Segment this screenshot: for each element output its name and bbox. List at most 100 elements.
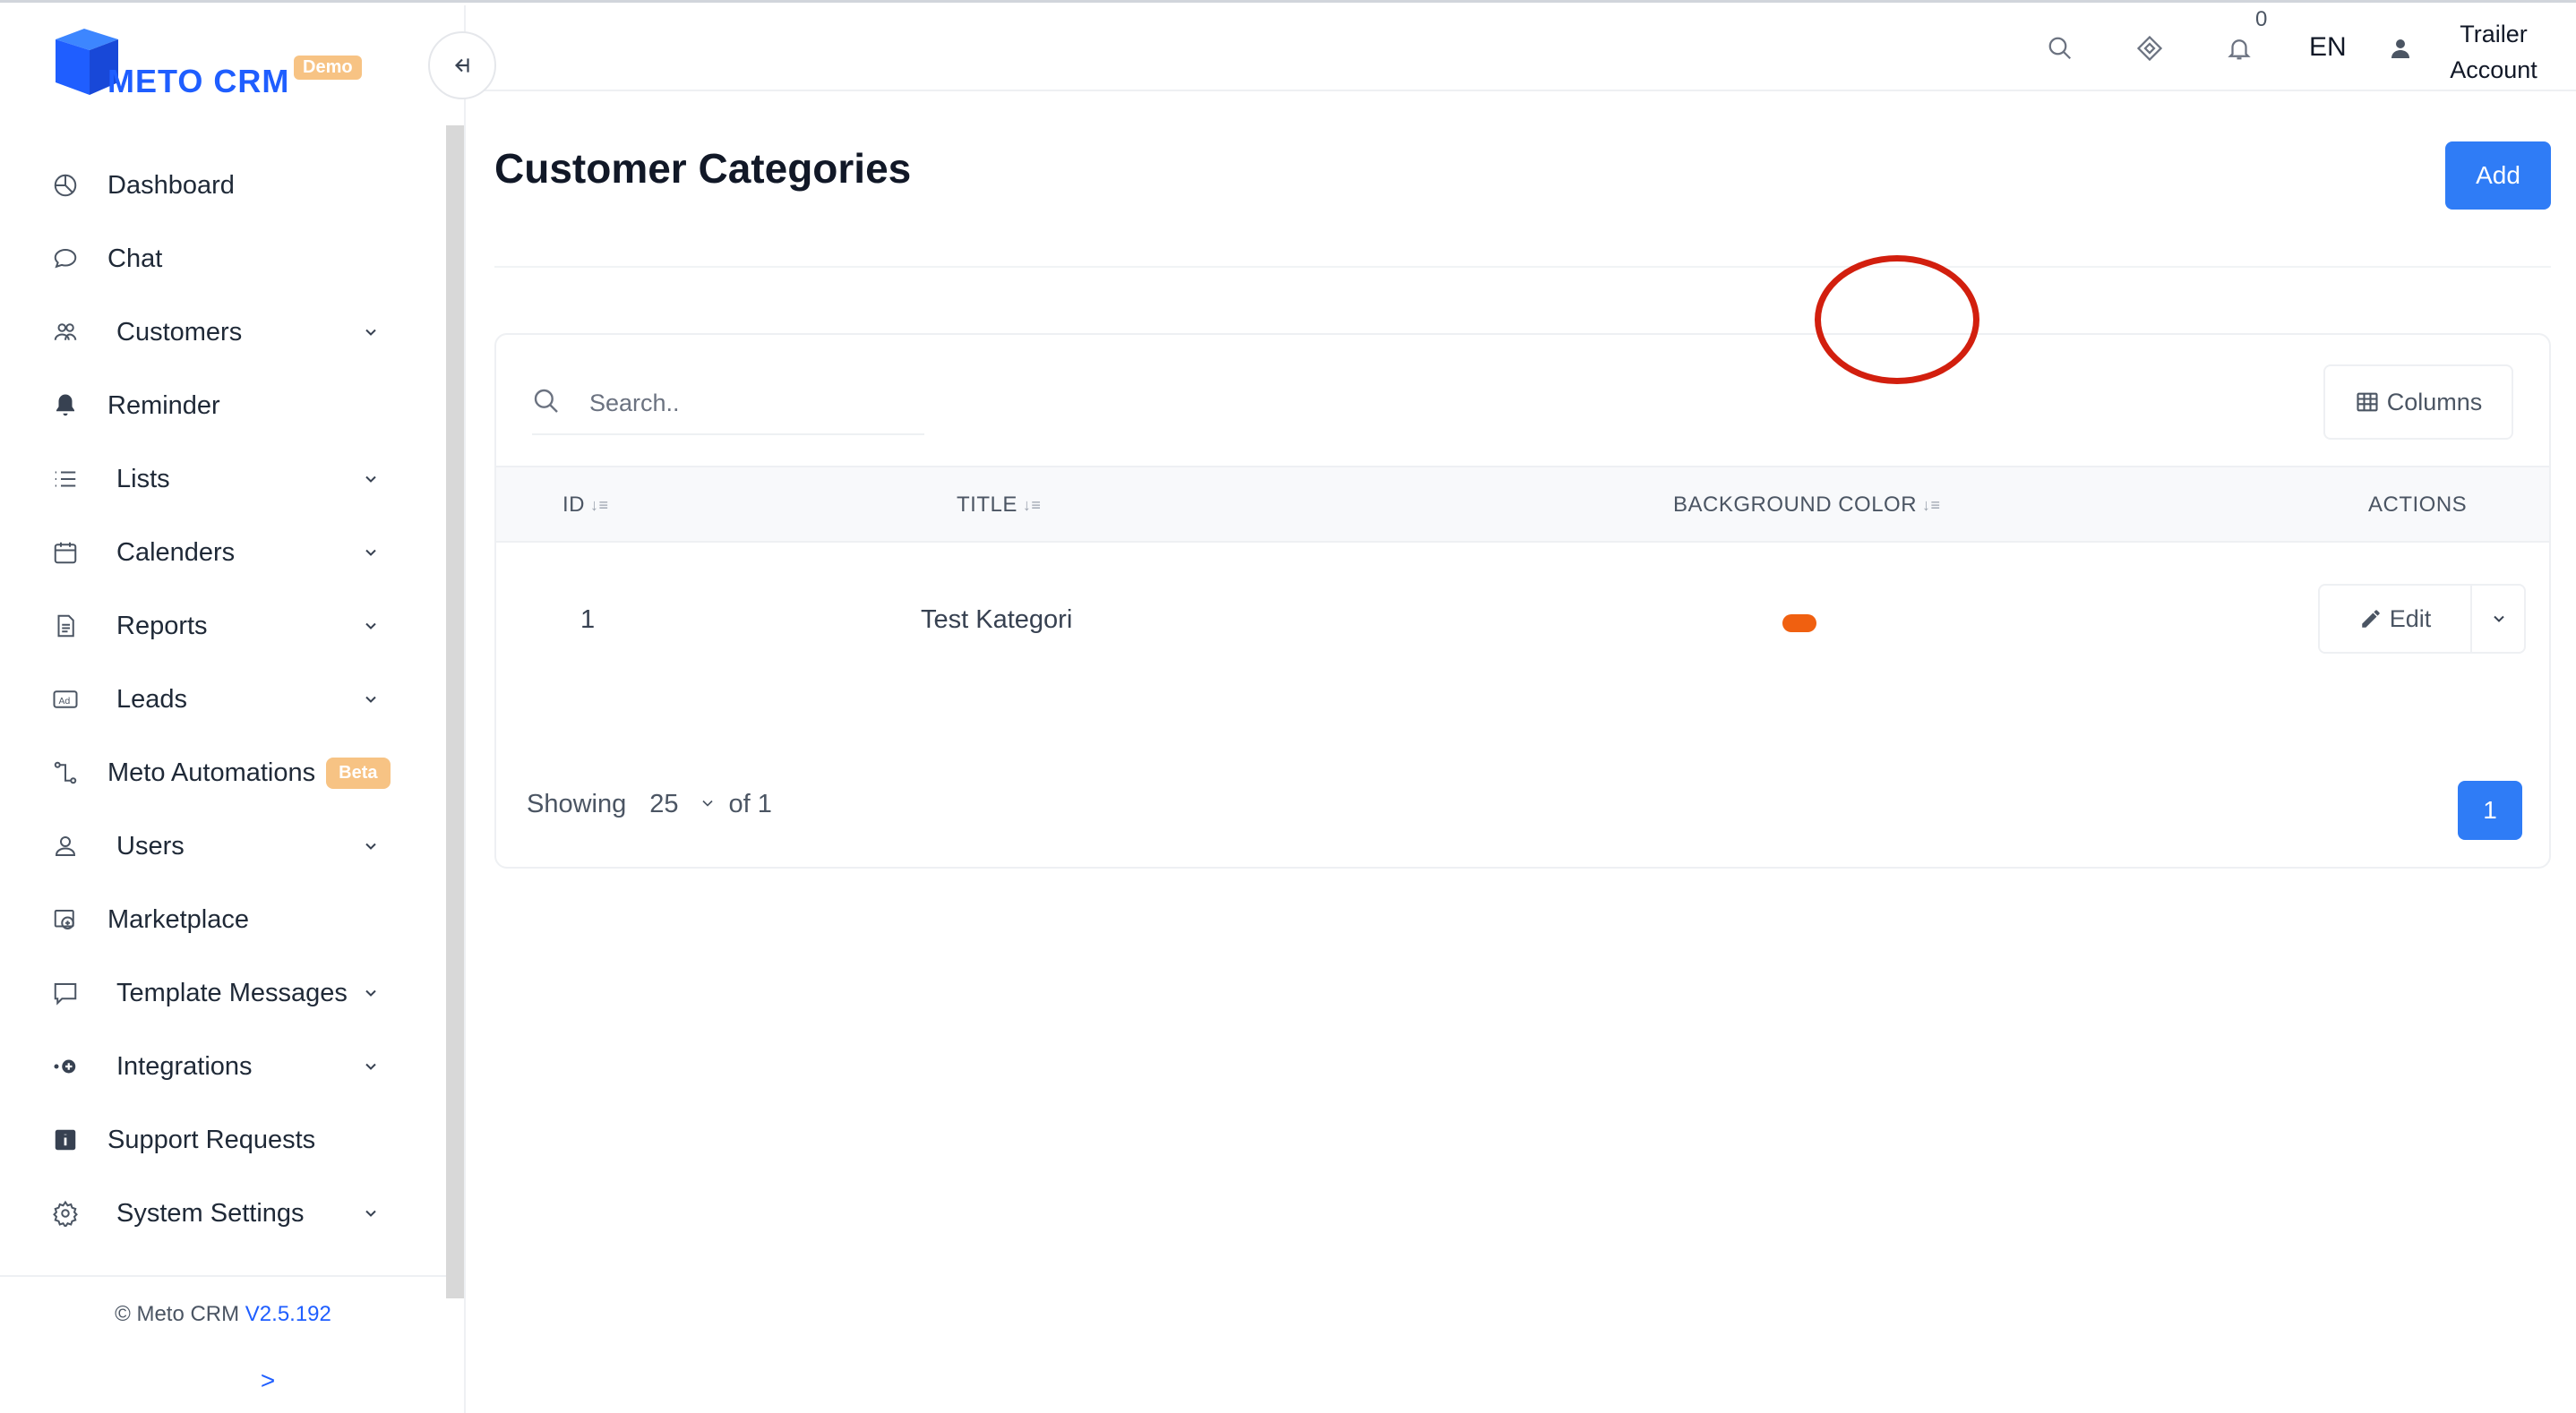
showing-label: Showing — [527, 790, 627, 818]
account-menu[interactable]: Trailer Account — [2422, 16, 2565, 88]
version-info: © Meto CRM V2.5.192 — [0, 1302, 446, 1327]
chevron-down-icon — [358, 834, 383, 859]
columns-button[interactable]: Columns — [2323, 364, 2513, 440]
page-size-select[interactable]: 25 — [649, 790, 728, 819]
pencil-icon — [2359, 607, 2383, 630]
apps-diamond-icon[interactable] — [2134, 32, 2166, 64]
page-button-1[interactable]: 1 — [2458, 781, 2522, 840]
sidebar: METO CRM Demo Dashboard Chat Customers R… — [0, 5, 466, 1413]
sidebar-item-label: System Settings — [116, 1198, 305, 1228]
chevron-down-icon — [358, 1054, 383, 1079]
search-icon[interactable] — [2044, 32, 2076, 64]
account-icon — [2390, 38, 2415, 63]
header-actions: ACTIONS — [2368, 492, 2467, 518]
sidebar-scrollbar[interactable] — [446, 125, 464, 1298]
report-icon — [50, 611, 81, 641]
sidebar-item-customers[interactable]: Customers — [0, 295, 421, 369]
table-card: Columns ID↓≡ TITLE↓≡ BACKGROUND COLOR↓≡ … — [494, 333, 2551, 869]
chevron-down-icon — [358, 687, 383, 712]
sort-icon: ↓≡ — [1022, 495, 1042, 514]
pagination-info: Showing 25 of 1 — [527, 790, 772, 819]
notification-bell-icon[interactable] — [2223, 32, 2255, 64]
chevron-down-icon — [699, 794, 720, 816]
header-id-label: ID — [562, 492, 585, 517]
ad-icon: Ad — [50, 684, 81, 715]
sidebar-item-label: Lists — [116, 464, 170, 493]
sidebar-item-calenders[interactable]: Calenders — [0, 516, 421, 589]
header-background-color-label: BACKGROUND COLOR — [1673, 492, 1918, 517]
sidebar-item-label: Support Requests — [107, 1125, 316, 1154]
sidebar-item-label: Chat — [107, 244, 163, 273]
row-actions-dropdown[interactable] — [2470, 586, 2526, 652]
background-color-swatch — [1782, 614, 1816, 632]
sidebar-item-integrations[interactable]: Integrations — [0, 1030, 421, 1103]
sort-icon: ↓≡ — [1922, 495, 1941, 514]
sidebar-item-leads[interactable]: Ad Leads — [0, 663, 421, 736]
sidebar-collapse-button[interactable] — [428, 31, 496, 99]
list-icon — [50, 464, 81, 494]
columns-label: Columns — [2386, 388, 2483, 415]
sidebar-item-label: Customers — [116, 317, 243, 347]
sidebar-item-reminder[interactable]: Reminder — [0, 369, 421, 442]
gear-icon — [50, 1198, 81, 1229]
table-row: 1 Test Kategori Edit — [496, 543, 2549, 695]
sidebar-item-label: Dashboard — [107, 170, 235, 200]
edit-button[interactable]: Edit — [2320, 586, 2470, 652]
info-icon — [50, 1125, 81, 1155]
calendar-icon — [50, 537, 81, 568]
collapse-arrow-icon — [454, 58, 469, 73]
sidebar-item-template-messages[interactable]: Template Messages — [0, 956, 421, 1030]
search-icon — [532, 387, 562, 417]
edit-label: Edit — [2389, 604, 2432, 632]
search-input[interactable] — [589, 380, 921, 426]
chevron-down-icon — [358, 613, 383, 638]
sidebar-item-reports[interactable]: Reports — [0, 589, 421, 663]
bell-icon — [50, 390, 81, 421]
sidebar-item-lists[interactable]: Lists — [0, 442, 421, 516]
logo[interactable]: METO CRM Demo — [48, 27, 371, 107]
language-selector[interactable]: EN — [2309, 32, 2347, 63]
sidebar-item-label: Leads — [116, 684, 188, 714]
chevron-down-icon — [2494, 615, 2504, 622]
chevron-down-icon — [358, 467, 383, 492]
sidebar-expand-button[interactable]: > — [0, 1366, 536, 1395]
svg-text:Ad: Ad — [59, 697, 71, 706]
sort-icon: ↓≡ — [590, 495, 609, 514]
sidebar-item-dashboard[interactable]: Dashboard — [0, 149, 421, 222]
sidebar-item-label: Template Messages — [116, 978, 348, 1007]
chat-icon — [50, 244, 81, 274]
chevron-down-icon — [358, 981, 383, 1006]
cell-title: Test Kategori — [921, 605, 1073, 634]
automation-icon — [50, 758, 81, 788]
cell-id: 1 — [580, 605, 596, 634]
integration-icon — [50, 1051, 81, 1082]
chevron-down-icon — [358, 540, 383, 565]
sidebar-nav: Dashboard Chat Customers Reminder Lists … — [0, 149, 421, 1250]
total-pages-label: of 1 — [728, 790, 772, 818]
sidebar-item-system-settings[interactable]: System Settings — [0, 1177, 421, 1250]
sidebar-item-meto-automations[interactable]: Meto Automations Beta — [0, 736, 421, 809]
add-button[interactable]: Add — [2445, 141, 2551, 210]
topbar: 0 EN Trailer Account — [466, 5, 2576, 91]
title-divider — [494, 266, 2551, 268]
sidebar-item-chat[interactable]: Chat — [0, 222, 421, 295]
header-background-color[interactable]: BACKGROUND COLOR ↓≡ — [1673, 492, 1941, 518]
header-id[interactable]: ID ↓≡ — [562, 492, 609, 518]
table-grid-icon — [2355, 390, 2380, 415]
page-size-value: 25 — [649, 790, 679, 818]
header-actions-label: ACTIONS — [2368, 492, 2468, 517]
sidebar-item-label: Reports — [116, 611, 208, 640]
sidebar-divider — [0, 1275, 446, 1277]
notification-count: 0 — [2255, 7, 2268, 31]
sidebar-item-support-requests[interactable]: Support Requests — [0, 1103, 421, 1177]
header-title[interactable]: TITLE ↓≡ — [957, 492, 1041, 518]
table-header: ID ↓≡ TITLE ↓≡ BACKGROUND COLOR ↓≡ ACTIONS — [496, 466, 2549, 543]
account-name-line1: Trailer — [2460, 21, 2528, 47]
sidebar-item-marketplace[interactable]: Marketplace — [0, 883, 421, 956]
sidebar-item-label: Integrations — [116, 1051, 253, 1081]
user-icon — [50, 831, 81, 861]
logo-text: METO CRM — [107, 63, 290, 99]
sidebar-item-users[interactable]: Users — [0, 809, 421, 883]
customers-icon — [50, 317, 81, 347]
version-link[interactable]: V2.5.192 — [245, 1302, 331, 1326]
